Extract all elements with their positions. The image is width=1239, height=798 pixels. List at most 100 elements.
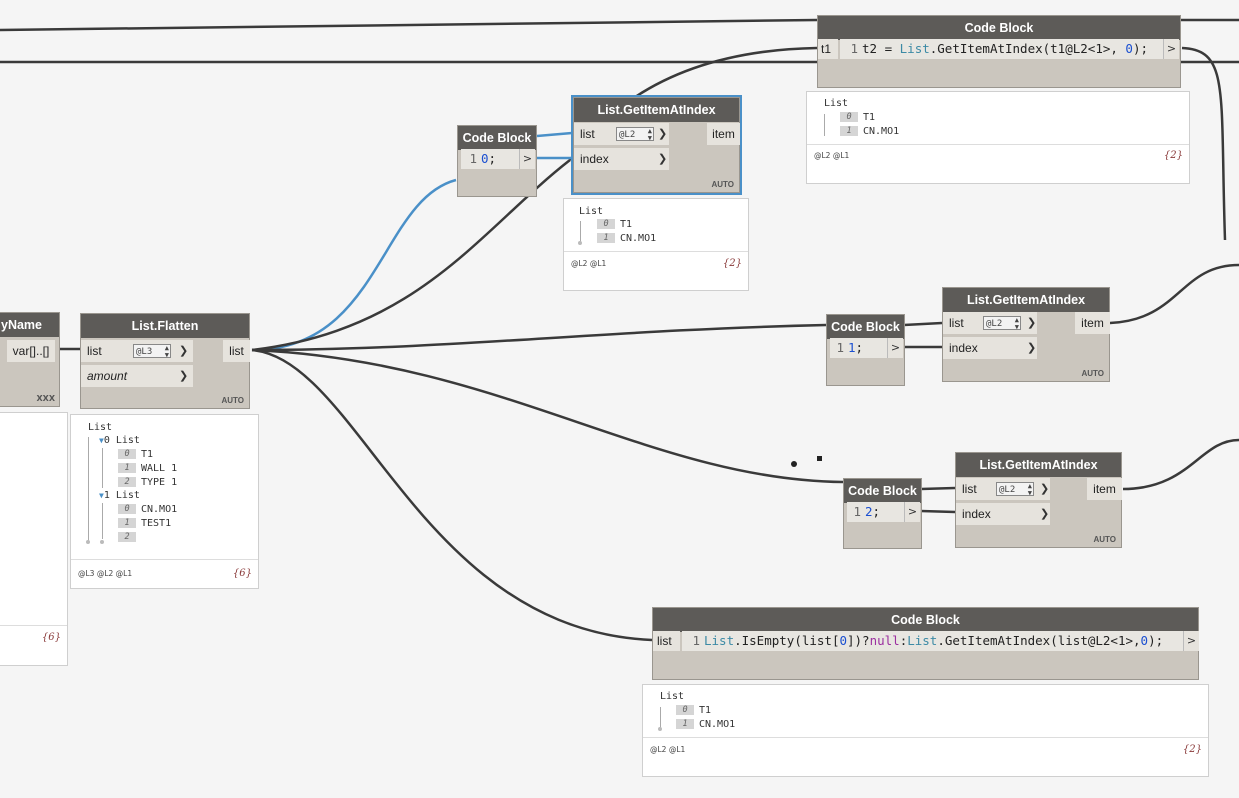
- preview-footer: @L2 @L1 {2}: [564, 251, 748, 290]
- preview-count: {6}: [41, 632, 61, 643]
- getitematindex-low-node[interactable]: List.GetItemAtIndex list @L2 ▲ ▼ ❯ index ❯…: [955, 452, 1122, 548]
- chevron-right-icon: ❯: [1027, 317, 1037, 329]
- code-editor[interactable]: 1 0;: [461, 149, 519, 169]
- wire: [903, 321, 943, 327]
- list-output-port[interactable]: list: [223, 340, 250, 362]
- cb-main-preview: List 0 T1 1 CN.MO1 @L2 @L1 {2}: [806, 91, 1190, 184]
- preview-item: 0 T1: [597, 218, 632, 232]
- lacing-selector[interactable]: @L2 ▲ ▼: [616, 127, 654, 142]
- wire: [920, 509, 956, 514]
- list-input-port[interactable]: list: [653, 631, 680, 651]
- node-title: yName: [0, 313, 59, 337]
- code-block-isempty-node[interactable]: Code Block list 1 List.IsEmpty(list[0])?n…: [652, 607, 1199, 680]
- output-port[interactable]: >: [887, 338, 903, 358]
- preview-footer: @L3 @L2 @L1 {6}: [71, 559, 258, 588]
- lacing-selector[interactable]: @L2 ▲ ▼: [996, 482, 1034, 497]
- chevron-right-icon: ❯: [1040, 483, 1050, 495]
- code-editor[interactable]: 1 List.IsEmpty(list[0])?null:List.GetItem…: [682, 631, 1183, 651]
- list-input-port[interactable]: list @L3 ▲ ▼ ❯: [81, 340, 193, 362]
- wire-selected: [536, 131, 573, 138]
- wire: [0, 18, 818, 32]
- byname-preview: {6}: [0, 412, 68, 666]
- list-flatten-node[interactable]: List.Flatten list @L3 ▲ ▼ ❯ amount ❯ list …: [80, 313, 250, 409]
- lacing-mode-label: AUTO: [711, 180, 734, 189]
- preview-item: 0 T1: [840, 111, 875, 125]
- item-output-port[interactable]: item: [1087, 478, 1122, 500]
- node-title: Code Block: [818, 16, 1180, 40]
- output-port[interactable]: >: [519, 149, 535, 169]
- getitematindex-mid-node[interactable]: List.GetItemAtIndex list @L2 ▲ ▼ ❯ index ❯…: [942, 287, 1110, 382]
- cb-isempty-preview: List 0 T1 1 CN.MO1 @L2 @L1 {2}: [642, 684, 1209, 777]
- port-label: list: [87, 344, 102, 358]
- preview-footer: @L2 @L1 {2}: [807, 144, 1189, 183]
- wire: [251, 348, 653, 642]
- code-editor[interactable]: 1 2;: [847, 502, 904, 522]
- code-editor[interactable]: 1 t2 = List.GetItemAtIndex(t1@L2<1>, 0);: [840, 39, 1163, 59]
- wire: [1122, 438, 1239, 491]
- item-output-port[interactable]: item: [707, 123, 740, 145]
- node-title: Code Block: [827, 315, 904, 339]
- node-footer: XXX: [36, 394, 55, 403]
- node-title: List.GetItemAtIndex: [943, 288, 1109, 312]
- code-block-zero-node[interactable]: Code Block 1 0; >: [457, 125, 537, 197]
- preview-item: 1 WALL 1: [118, 462, 177, 476]
- wire: [251, 323, 827, 352]
- preview-group-0: ▼0 List: [99, 435, 140, 446]
- preview-item: 0 T1: [118, 448, 153, 462]
- code-block-one-node[interactable]: Code Block 1 1; >: [826, 314, 905, 386]
- code-block-main-node[interactable]: Code Block t1 1 t2 = List.GetItemAtIndex(…: [817, 15, 1181, 88]
- preview-root: List: [88, 422, 113, 433]
- lacing-mode-label: AUTO: [1093, 535, 1116, 544]
- preview-footer: @L2 @L1 {2}: [643, 737, 1208, 776]
- lacing-selector[interactable]: @L2 ▲ ▼: [983, 316, 1021, 331]
- preview-item: 2 TYPE 1: [118, 476, 177, 490]
- index-input-port[interactable]: index ❯: [956, 503, 1050, 525]
- getbyname-node[interactable]: yName var[]..[] XXX: [0, 312, 60, 407]
- index-input-port[interactable]: index ❯: [574, 148, 669, 170]
- preview-item: 1 CN.MO1: [676, 718, 735, 732]
- index-input-port[interactable]: index ❯: [943, 337, 1037, 359]
- lacing-mode-label: AUTO: [221, 396, 244, 405]
- chevron-right-icon: ❯: [1040, 508, 1050, 520]
- node-title: List.GetItemAtIndex: [956, 453, 1121, 477]
- preview-group-1: ▼1 List: [99, 490, 140, 501]
- node-title: List.Flatten: [81, 314, 249, 338]
- preview-item: 1 CN.MO1: [840, 125, 899, 139]
- node-title: Code Block: [653, 608, 1198, 632]
- output-port[interactable]: var[]..[]: [7, 340, 55, 362]
- code-editor[interactable]: 1 1;: [830, 338, 887, 358]
- node-title: List.GetItemAtIndex: [574, 98, 739, 122]
- code-block-two-node[interactable]: Code Block 1 2; >: [843, 478, 922, 549]
- output-port[interactable]: >: [1183, 631, 1199, 651]
- list-input-port[interactable]: list @L2 ▲ ▼ ❯: [574, 123, 669, 145]
- chevron-right-icon: ❯: [179, 345, 189, 357]
- amount-input-port[interactable]: amount ❯: [81, 365, 193, 387]
- wire-selected: [251, 178, 457, 352]
- preview-item: 1 CN.MO1: [597, 232, 656, 246]
- lacing-selector[interactable]: @L3 ▲ ▼: [133, 344, 171, 359]
- getitematindex-top-node[interactable]: List.GetItemAtIndex list @L2 ▲ ▼ ❯ index ❯…: [571, 95, 742, 195]
- wire: [920, 486, 956, 491]
- list-input-port[interactable]: list @L2 ▲ ▼ ❯: [943, 312, 1037, 334]
- preview-count: {6}: [232, 568, 252, 579]
- output-port[interactable]: >: [1163, 39, 1179, 59]
- preview-item: 0 CN.MO1: [118, 503, 177, 517]
- port-label: amount: [87, 369, 128, 383]
- flatten-preview: List ▼0 List 0 T1 1 WALL 1 2 TYPE 1 ▼1 List…: [70, 414, 259, 589]
- output-port[interactable]: >: [904, 502, 920, 522]
- preview-item: 1 TEST1: [118, 517, 171, 531]
- getitem-top-preview: List 0 T1 1 CN.MO1 @L2 @L1 {2}: [563, 198, 749, 291]
- preview-item: 2: [118, 531, 141, 545]
- t1-input-port[interactable]: t1: [818, 39, 838, 59]
- chevron-right-icon: ❯: [658, 153, 668, 165]
- lacing-mode-label: AUTO: [1081, 369, 1104, 378]
- item-output-port[interactable]: item: [1075, 312, 1110, 334]
- node-title: Code Block: [458, 126, 536, 150]
- node-title: Code Block: [844, 479, 921, 503]
- graph-canvas[interactable]: yName var[]..[] XXX {6} List.Flatten lis…: [0, 0, 1239, 798]
- list-input-port[interactable]: list @L2 ▲ ▼ ❯: [956, 478, 1050, 500]
- wire: [1109, 263, 1239, 325]
- preview-item: 0 T1: [676, 704, 711, 718]
- chevron-right-icon: ❯: [1027, 342, 1037, 354]
- chevron-right-icon: ❯: [658, 128, 668, 140]
